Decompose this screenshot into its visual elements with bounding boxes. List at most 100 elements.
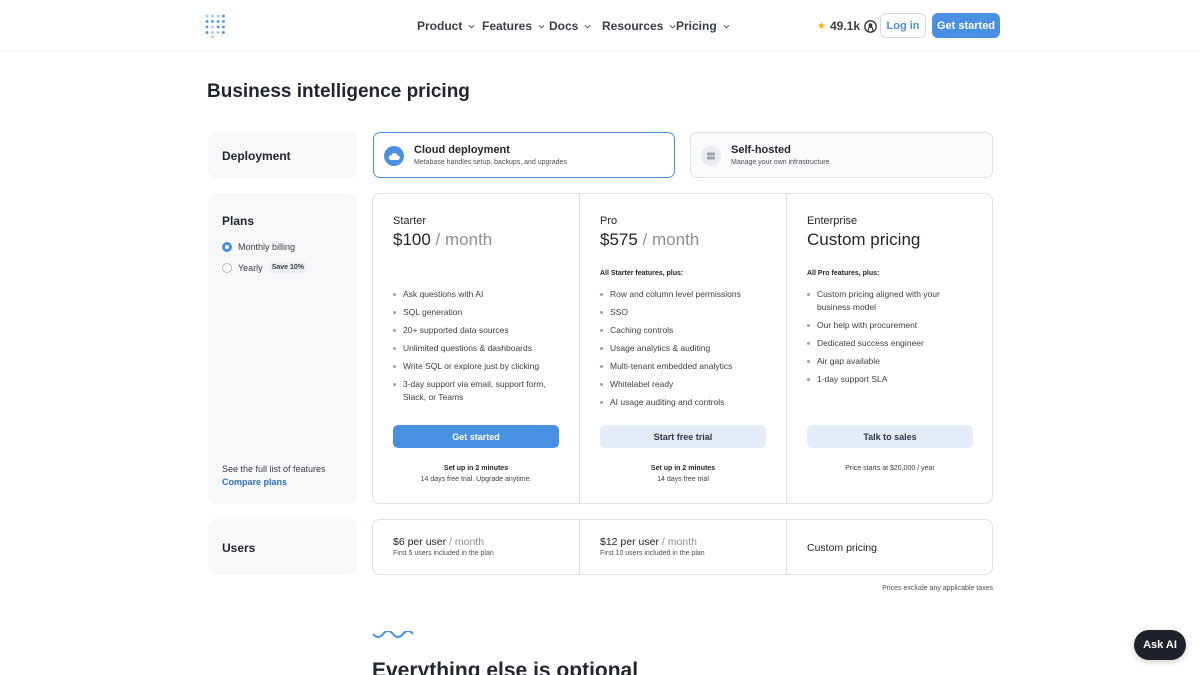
users-starter: $6 per user / month First 5 users includ… xyxy=(373,520,579,574)
metabase-logo-icon[interactable] xyxy=(205,14,227,38)
enterprise-price-note: Price starts at $20,000 / year xyxy=(845,465,935,472)
user-price-amount: $6 per user xyxy=(393,536,447,548)
user-price-amount: $12 per user xyxy=(600,536,659,548)
user-included-note: First 5 users included in the plan xyxy=(393,550,494,557)
plan-price-amount: $575 xyxy=(600,230,638,249)
chevron-down-icon xyxy=(584,24,591,29)
list-item: SQL generation xyxy=(393,306,553,319)
plan-price-period: / month xyxy=(637,230,700,249)
deployment-label-card: Deployment xyxy=(208,132,357,178)
plans-label: Plans xyxy=(222,214,255,228)
plan-includes-label: All Starter features, plus: xyxy=(600,270,684,277)
cloud-icon xyxy=(384,146,404,166)
plan-setup-bold: Set up in 2 minutes xyxy=(650,465,716,472)
plan-trial-note: 14 days free trial. Upgrade anytime. xyxy=(420,476,532,483)
plan-trial-note: 14 days free trial xyxy=(657,476,709,483)
cloud-deployment-title: Cloud deployment xyxy=(414,144,510,156)
see-full-features-text: See the full list of features xyxy=(222,464,326,474)
users-enterprise: Custom pricing xyxy=(786,520,992,574)
users-label-card: Users xyxy=(208,519,357,575)
plan-includes-label: All Pro features, plus: xyxy=(807,270,880,277)
chevron-down-icon xyxy=(723,24,730,29)
plan-price-period: / month xyxy=(430,230,493,249)
nav-resources[interactable]: Resources xyxy=(602,19,676,33)
list-item: Row and column level permissions xyxy=(600,288,760,301)
user-price: $6 per user / month xyxy=(393,536,484,548)
user-price: $12 per user / month xyxy=(600,536,697,548)
users-pro: $12 per user / month First 10 users incl… xyxy=(579,520,786,574)
tax-note: Prices exclude any applicable taxes xyxy=(882,585,993,592)
radio-selected-icon[interactable] xyxy=(222,242,232,252)
plan-feature-list: Row and column level permissions SSO Cac… xyxy=(600,288,760,414)
starter-get-started-button[interactable]: Get started xyxy=(393,425,559,448)
user-included-note: First 10 users included in the plan xyxy=(600,550,705,557)
nav-product[interactable]: Product xyxy=(417,19,475,33)
list-item: Unlimited questions & dashboards xyxy=(393,342,553,355)
self-hosted-option[interactable]: Self-hosted Manage your own infrastructu… xyxy=(690,132,993,178)
plan-price-amount: Custom pricing xyxy=(807,230,921,249)
list-item: Our help with procurement xyxy=(807,319,947,332)
ask-ai-button[interactable]: Ask AI xyxy=(1134,630,1186,660)
save-badge: Save 10% xyxy=(268,262,307,273)
page-title: Business intelligence pricing xyxy=(207,81,470,102)
star-icon: ★ xyxy=(817,20,826,32)
top-navigation-bar: Product Features Docs Resources Pricing … xyxy=(0,0,1200,52)
plan-setup-note: Set up in 2 minutes 14 days free trial. … xyxy=(393,463,559,485)
plan-name: Enterprise xyxy=(807,215,858,227)
billing-yearly-label: Yearly xyxy=(238,262,263,273)
plan-price-amount: $100 xyxy=(393,230,431,249)
plan-price: $100 / month xyxy=(393,230,492,250)
cloud-deployment-option[interactable]: Cloud deployment Metabase handles setup,… xyxy=(373,132,675,178)
billing-yearly-option[interactable]: Yearly Save 10% xyxy=(222,262,307,273)
list-item: Multi-tenant embedded analytics xyxy=(600,360,760,373)
compare-plans-link[interactable]: Compare plans xyxy=(222,477,287,487)
list-item: Caching controls xyxy=(600,324,760,337)
nav-docs[interactable]: Docs xyxy=(549,19,591,33)
list-item: 1-day support SLA xyxy=(807,373,947,386)
list-item: Usage analytics & auditing xyxy=(600,342,760,355)
user-price-period: / month xyxy=(446,536,485,548)
github-icon xyxy=(864,19,877,33)
self-hosted-subtitle: Manage your own infrastructure xyxy=(731,159,830,166)
cloud-deployment-subtitle: Metabase handles setup, backups, and upg… xyxy=(414,159,567,166)
server-icon xyxy=(701,146,721,166)
talk-to-sales-button[interactable]: Talk to sales xyxy=(807,425,973,448)
list-item: Dedicated success engineer xyxy=(807,337,947,350)
plan-price: $575 / month xyxy=(600,230,699,250)
login-button[interactable]: Log in xyxy=(880,13,926,38)
list-item: SSO xyxy=(600,306,760,319)
plan-enterprise: Enterprise Custom pricing All Pro featur… xyxy=(786,194,992,503)
github-stars-link[interactable]: ★ 49.1k xyxy=(817,19,877,33)
user-price-period: / month xyxy=(658,536,697,548)
radio-unselected-icon[interactable] xyxy=(222,262,232,273)
plan-name: Starter xyxy=(393,215,427,227)
plans-label-card: Plans Monthly billing Yearly Save 10% Se… xyxy=(208,193,357,504)
github-stars-count: 49.1k xyxy=(829,19,860,33)
list-item: Air gap available xyxy=(807,355,947,368)
nav-resources-label: Resources xyxy=(602,19,664,33)
self-hosted-title: Self-hosted xyxy=(731,144,791,156)
user-custom-pricing: Custom pricing xyxy=(807,542,878,554)
nav-docs-label: Docs xyxy=(549,19,579,33)
plan-pro: Pro $575 / month All Starter features, p… xyxy=(579,194,786,503)
nav-features-label: Features xyxy=(482,19,533,33)
plans-table: Starter $100 / month Ask questions with … xyxy=(372,193,993,504)
nav-features[interactable]: Features xyxy=(482,19,545,33)
plan-name: Pro xyxy=(600,215,618,227)
billing-monthly-label: Monthly billing xyxy=(238,242,296,252)
list-item: 3-day support via email, support form, S… xyxy=(393,378,553,404)
users-pricing-row: $6 per user / month First 5 users includ… xyxy=(372,519,993,575)
start-free-trial-button[interactable]: Start free trial xyxy=(600,425,766,448)
list-item: Whitelabel ready xyxy=(600,378,760,391)
wave-decoration-icon xyxy=(372,631,414,638)
plan-price: Custom pricing xyxy=(807,230,920,250)
section-heading: Everything else is optional xyxy=(372,659,639,675)
plan-setup-bold: Set up in 2 minutes xyxy=(443,465,509,472)
nav-pricing[interactable]: Pricing xyxy=(676,19,730,33)
list-item: AI usage auditing and controls xyxy=(600,396,760,409)
chevron-down-icon xyxy=(468,24,475,29)
header-get-started-button[interactable]: Get started xyxy=(932,13,1000,38)
list-item: 20+ supported data sources xyxy=(393,324,553,337)
billing-monthly-option[interactable]: Monthly billing xyxy=(222,242,295,252)
deployment-label: Deployment xyxy=(222,149,291,163)
